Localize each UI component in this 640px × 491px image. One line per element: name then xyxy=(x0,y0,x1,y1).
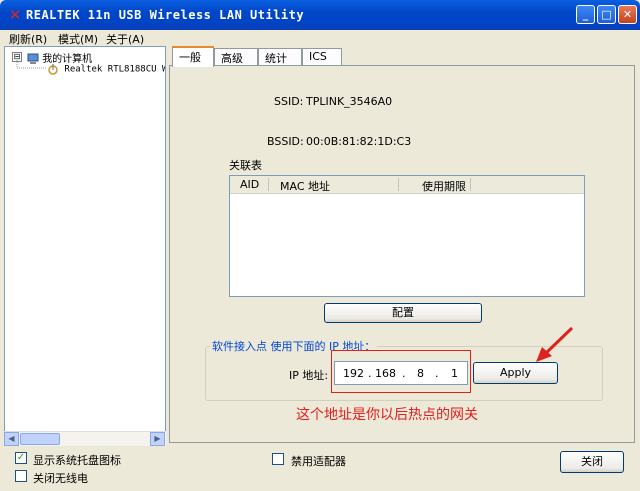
window-title: REALTEK 11n USB Wireless LAN Utility xyxy=(26,8,305,22)
tree-item-realtek-adapter[interactable]: Realtek RTL8188CU W xyxy=(47,63,166,75)
maximize-button[interactable]: □ xyxy=(597,5,616,24)
red-arrow-annotation xyxy=(536,326,574,362)
radio-off-checkbox[interactable] xyxy=(15,470,27,482)
tree-connector-lines xyxy=(16,60,46,69)
association-table-label: 关联表 xyxy=(229,159,262,172)
show-tray-icon-label: 显示系统托盘图标 xyxy=(33,454,121,467)
scroll-thumb[interactable] xyxy=(20,433,60,445)
disable-adapter-checkbox[interactable] xyxy=(272,453,284,465)
association-table[interactable]: AID MAC 地址 使用期限 xyxy=(229,175,585,297)
ip-address-label: IP 地址: xyxy=(289,369,329,382)
column-mac-address[interactable]: MAC 地址 xyxy=(280,178,330,194)
minimize-button[interactable]: _ xyxy=(576,5,595,24)
column-separator xyxy=(398,178,399,191)
association-table-header: AID MAC 地址 使用期限 xyxy=(230,176,584,194)
bssid-label: BSSID: xyxy=(267,135,304,148)
ssid-label: SSID: xyxy=(274,95,304,108)
radio-off-label: 关闭无线电 xyxy=(33,472,88,485)
wireless-adapter-icon xyxy=(48,64,58,75)
tab-statistics[interactable]: 统计 xyxy=(258,48,302,66)
annotation-red-box xyxy=(331,350,471,393)
ssid-value: TPLINK_3546A0 xyxy=(306,95,393,108)
realtek-app-icon: ✕ xyxy=(8,6,22,24)
show-tray-icon-checkbox[interactable]: ✓ xyxy=(15,452,27,464)
disable-adapter-label: 禁用适配器 xyxy=(291,455,346,468)
bssid-value: 00:0B:81:82:1D:C3 xyxy=(306,135,412,148)
column-separator xyxy=(470,178,471,191)
configure-button[interactable]: 配置 xyxy=(324,303,482,323)
column-aid[interactable]: AID xyxy=(240,178,259,191)
tree-child-label: Realtek RTL8188CU W xyxy=(64,64,166,75)
gateway-annotation-text: 这个地址是你以后热点的网关 xyxy=(296,407,478,423)
scroll-left-button[interactable]: ◀ xyxy=(4,432,19,446)
tab-general[interactable]: 一般 xyxy=(172,46,214,67)
menu-bar: 刷新(R) 模式(M) 关于(A) xyxy=(0,30,640,46)
device-tree[interactable]: ⊟ 我的计算机 Realtek RTL8188CU W xyxy=(4,46,166,446)
title-bar[interactable]: ✕ REALTEK 11n USB Wireless LAN Utility _… xyxy=(0,0,640,30)
close-window-button[interactable]: ✕ xyxy=(618,5,637,24)
menu-refresh[interactable]: 刷新(R) xyxy=(9,31,47,47)
menu-about[interactable]: 关于(A) xyxy=(106,31,144,47)
column-lease-time[interactable]: 使用期限 xyxy=(422,178,466,194)
tree-horizontal-scrollbar[interactable]: ◀ ▶ xyxy=(4,431,166,446)
close-button[interactable]: 关闭 xyxy=(560,451,624,473)
column-separator xyxy=(268,178,269,191)
apply-button[interactable]: Apply xyxy=(473,362,558,384)
menu-mode[interactable]: 模式(M) xyxy=(58,31,98,47)
scroll-right-button[interactable]: ▶ xyxy=(150,432,165,446)
tab-advanced[interactable]: 高级 xyxy=(214,48,258,66)
tab-ics[interactable]: ICS xyxy=(302,48,342,66)
